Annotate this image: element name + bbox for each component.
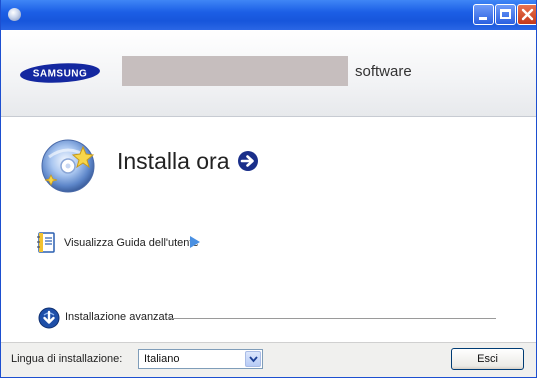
chevron-down-icon[interactable] — [245, 351, 261, 367]
exit-button[interactable]: Esci — [451, 348, 524, 370]
footer-bar: Lingua di installazione: Italiano Esci — [1, 342, 536, 377]
installer-window: SAMSUNG software Installa ora Visualizza… — [0, 0, 537, 378]
product-name-placeholder — [122, 56, 348, 86]
language-select-value: Italiano — [144, 353, 180, 365]
user-guide-book-icon[interactable] — [36, 232, 56, 254]
arrow-right-circle-icon[interactable] — [237, 150, 259, 172]
software-label: software — [355, 63, 412, 80]
app-icon[interactable] — [8, 8, 21, 21]
maximize-icon[interactable] — [495, 4, 516, 25]
close-icon[interactable] — [517, 4, 536, 25]
advanced-install-expand-icon[interactable] — [38, 307, 60, 329]
language-label: Lingua di installazione: — [11, 353, 123, 365]
install-now-link[interactable]: Installa ora — [117, 148, 230, 175]
user-guide-link[interactable]: Visualizza Guida dell'utente — [64, 237, 199, 249]
play-arrow-icon[interactable] — [189, 235, 201, 249]
language-select[interactable]: Italiano — [138, 349, 263, 369]
samsung-logo-text: SAMSUNG — [33, 69, 88, 80]
header-banner: SAMSUNG software — [1, 30, 536, 117]
advanced-install-link[interactable]: Installazione avanzata — [65, 311, 174, 323]
install-disc-icon[interactable] — [39, 135, 101, 197]
minimize-icon[interactable] — [473, 4, 494, 25]
title-bar[interactable] — [1, 0, 536, 30]
advanced-install-divider — [168, 318, 496, 319]
samsung-logo: SAMSUNG — [20, 63, 100, 83]
